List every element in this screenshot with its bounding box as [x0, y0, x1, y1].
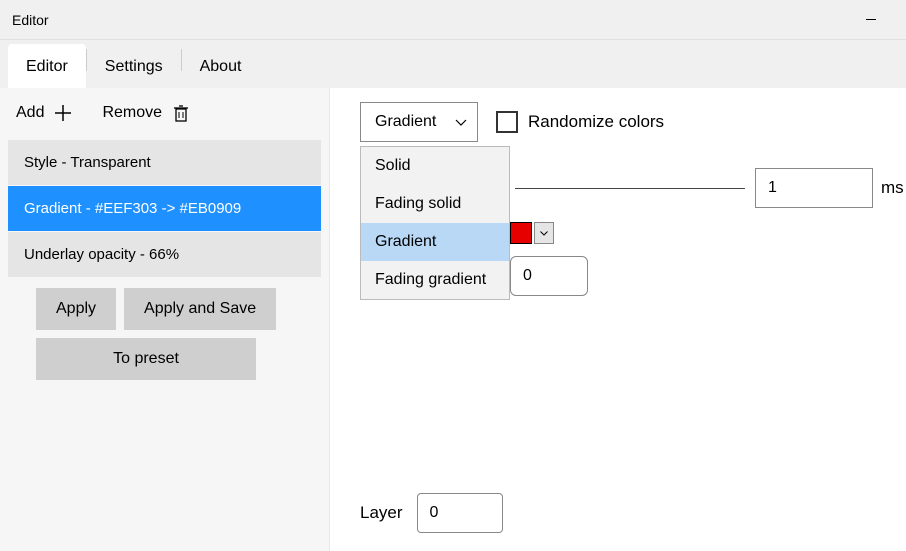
minimize-button[interactable]: [848, 0, 894, 40]
remove-label: Remove: [102, 104, 162, 122]
apply-button[interactable]: Apply: [36, 288, 116, 330]
list-item[interactable]: Style - Transparent: [8, 140, 321, 185]
top-row: Gradient Solid Fading solid Gradient Fad…: [360, 102, 906, 142]
trash-icon: [172, 104, 190, 122]
time-unit: ms: [881, 178, 904, 198]
window-title: Editor: [12, 12, 848, 28]
randomize-checkbox-wrap: Randomize colors: [496, 111, 664, 133]
chevron-down-icon: [455, 113, 467, 131]
to-preset-button[interactable]: To preset: [36, 338, 256, 380]
time-input[interactable]: [755, 168, 873, 208]
sidebar-actions: Add Remove: [0, 96, 329, 136]
layer-label: Layer: [360, 503, 403, 523]
tabbar: Editor Settings About: [0, 40, 906, 88]
number-row: [510, 256, 906, 296]
tab-about[interactable]: About: [182, 44, 260, 88]
randomize-label: Randomize colors: [528, 112, 664, 132]
type-dropdown[interactable]: Gradient Solid Fading solid Gradient Fad…: [360, 102, 478, 142]
type-option-gradient[interactable]: Gradient: [361, 223, 509, 261]
type-option-solid[interactable]: Solid: [361, 147, 509, 185]
time-slider-line[interactable]: [515, 188, 745, 189]
randomize-checkbox[interactable]: [496, 111, 518, 133]
remove-button[interactable]: Remove: [102, 104, 190, 122]
list-item[interactable]: Underlay opacity - 66%: [8, 232, 321, 277]
apply-save-button[interactable]: Apply and Save: [124, 288, 276, 330]
apply-row: Apply Apply and Save: [0, 278, 329, 336]
color-row: [510, 222, 906, 244]
add-label: Add: [16, 104, 44, 122]
minimize-icon: [866, 19, 876, 20]
tab-settings[interactable]: Settings: [87, 44, 181, 88]
layer-input[interactable]: [417, 493, 503, 533]
add-button[interactable]: Add: [16, 104, 72, 122]
plus-icon: [54, 104, 72, 122]
layer-row: Layer: [360, 493, 503, 533]
titlebar: Editor: [0, 0, 906, 40]
main-panel: Gradient Solid Fading solid Gradient Fad…: [330, 88, 906, 551]
layer-list: Style - Transparent Gradient - #EEF303 -…: [8, 140, 321, 277]
chevron-down-icon: [540, 231, 548, 236]
sidebar: Add Remove Style - Transparent Gradient …: [0, 88, 330, 551]
content: Add Remove Style - Transparent Gradient …: [0, 88, 906, 551]
color-swatch[interactable]: [510, 222, 532, 244]
number-input[interactable]: [510, 256, 588, 296]
tab-editor[interactable]: Editor: [8, 44, 86, 88]
type-option-fading-gradient[interactable]: Fading gradient: [361, 261, 509, 299]
type-dropdown-value: Gradient: [375, 113, 436, 130]
color-dropdown-button[interactable]: [534, 222, 554, 244]
list-item[interactable]: Gradient - #EEF303 -> #EB0909: [8, 186, 321, 231]
type-dropdown-menu: Solid Fading solid Gradient Fading gradi…: [360, 146, 510, 300]
topreset-row: To preset: [0, 336, 329, 380]
type-option-fading-solid[interactable]: Fading solid: [361, 185, 509, 223]
